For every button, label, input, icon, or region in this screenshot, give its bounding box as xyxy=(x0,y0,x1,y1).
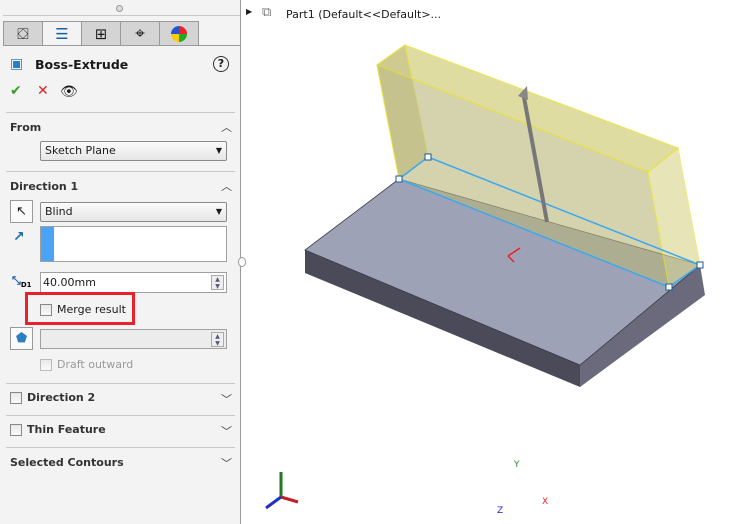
help-icon[interactable]: ? xyxy=(213,56,229,72)
depth-d1-icon: ⤡D1 xyxy=(12,274,32,290)
thin-feature-section[interactable]: Thin Feature xyxy=(10,423,106,436)
property-manager-panel: ⛋ ☰ ⊞ ⌖ ▣ Boss-Extrude ? ✔ ✕ 👁 From ︿ Sk… xyxy=(0,0,241,524)
page-title: Boss-Extrude xyxy=(35,57,129,72)
configuration-manager-icon: ⊞ xyxy=(94,24,108,43)
chevron-up-icon[interactable]: ︿ xyxy=(221,119,232,135)
x-axis-label: X xyxy=(542,497,549,507)
dropdown-arrow-icon: ▼ xyxy=(215,207,222,216)
merge-result-label: Merge result xyxy=(57,303,126,316)
graphics-viewport[interactable]: ▶ ⧉ Part1 (Default<<Default>... Y X Z xyxy=(242,0,731,524)
merge-result-check[interactable] xyxy=(40,304,52,316)
chevron-down-icon[interactable]: ﹀ xyxy=(221,423,232,439)
reverse-direction-icon: ↖ xyxy=(16,204,27,219)
direction2-checkbox[interactable] xyxy=(10,392,22,404)
panel-resize-grip[interactable] xyxy=(116,5,123,12)
ok-check-icon[interactable]: ✔ xyxy=(10,83,22,99)
end-condition-select[interactable]: Blind ▼ xyxy=(40,202,227,222)
y-axis-label: Y xyxy=(514,460,520,470)
thin-feature-checkbox[interactable] xyxy=(10,424,22,436)
display-manager-icon xyxy=(171,25,187,42)
tab-feature-manager[interactable]: ⛋ xyxy=(3,21,43,46)
chevron-up-icon[interactable]: ︿ xyxy=(221,178,232,194)
cancel-x-icon[interactable]: ✕ xyxy=(37,83,49,99)
feature-manager-icon: ⛋ xyxy=(17,24,29,43)
thin-feature-label: Thin Feature xyxy=(27,423,106,436)
direction-arrow-icon: ↗ xyxy=(13,229,25,245)
from-select[interactable]: Sketch Plane ▼ xyxy=(40,141,227,161)
merge-result-checkbox[interactable]: Merge result xyxy=(40,303,126,316)
draft-angle-input[interactable]: ▲ ▼ xyxy=(40,329,227,349)
chevron-down-icon[interactable]: ﹀ xyxy=(221,391,232,407)
direction-reference-field[interactable] xyxy=(40,226,227,262)
tab-dimxpert[interactable]: ⌖ xyxy=(120,21,160,46)
depth-input[interactable]: 40.00mm ▲ ▼ xyxy=(40,272,227,293)
draft-outward-check[interactable] xyxy=(40,359,52,371)
tab-configuration-manager[interactable]: ⊞ xyxy=(81,21,121,46)
selected-contours-label: Selected Contours xyxy=(10,456,124,469)
model-view xyxy=(265,44,705,510)
from-section-label: From xyxy=(10,121,42,134)
direction1-section-label: Direction 1 xyxy=(10,180,79,193)
draft-button[interactable]: ⬟ xyxy=(10,327,33,350)
depth-value: 40.00mm xyxy=(43,276,96,289)
end-condition-value: Blind xyxy=(45,205,73,218)
dropdown-arrow-icon: ▼ xyxy=(215,146,222,155)
preview-eye-icon[interactable]: 👁 xyxy=(60,84,78,100)
depth-spinner[interactable]: ▲ ▼ xyxy=(211,275,224,290)
property-manager-icon: ☰ xyxy=(55,24,69,43)
direction2-label: Direction 2 xyxy=(27,391,96,404)
draft-outward-checkbox[interactable]: Draft outward xyxy=(40,358,133,371)
direction2-section[interactable]: Direction 2 xyxy=(10,391,95,404)
tab-property-manager[interactable]: ☰ xyxy=(42,21,82,46)
tab-display-manager[interactable] xyxy=(159,21,199,46)
dimxpert-icon: ⌖ xyxy=(135,23,145,44)
z-axis-label: Z xyxy=(497,506,504,516)
view-axes-icon xyxy=(265,472,299,510)
from-select-value: Sketch Plane xyxy=(45,144,116,157)
boss-extrude-icon: ▣ xyxy=(10,56,24,72)
draft-outward-label: Draft outward xyxy=(57,358,134,371)
manager-tabs: ⛋ ☰ ⊞ ⌖ xyxy=(3,21,199,46)
reverse-direction-button[interactable]: ↖ xyxy=(10,200,33,223)
chevron-down-icon[interactable]: ﹀ xyxy=(221,455,232,471)
draft-spinner[interactable]: ▲ ▼ xyxy=(211,332,224,347)
draft-icon: ⬟ xyxy=(15,331,28,346)
